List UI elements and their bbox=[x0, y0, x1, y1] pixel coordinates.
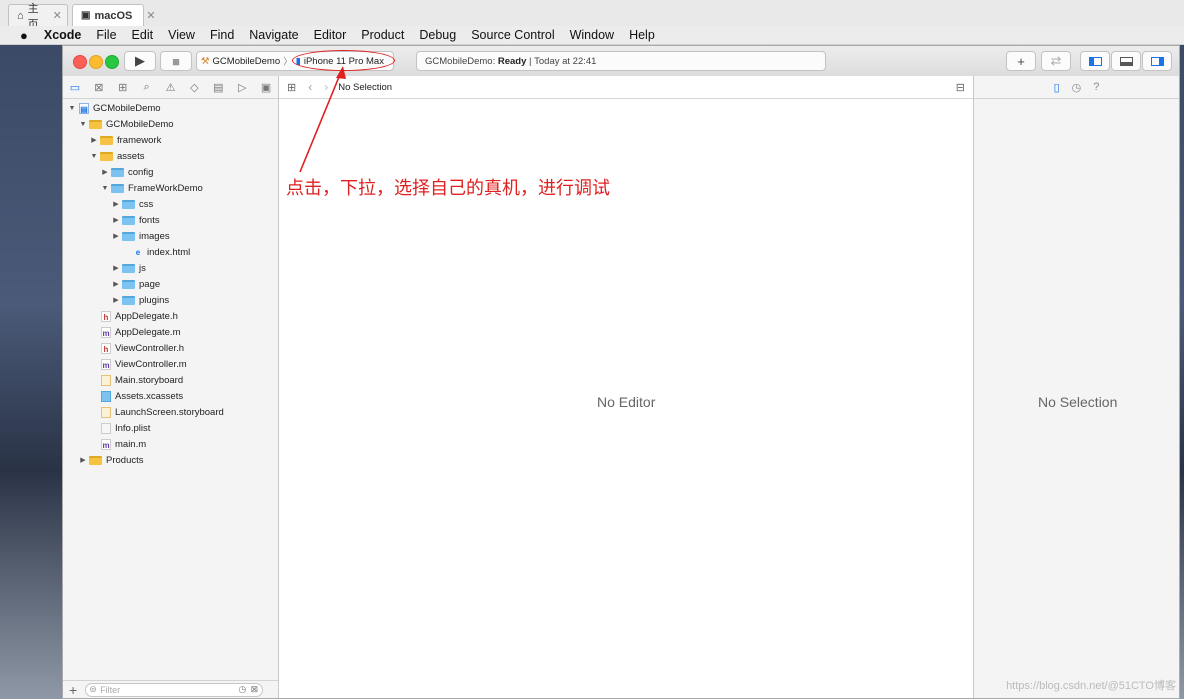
annotation-arrow bbox=[299, 66, 346, 173]
watermark: https://blog.csdn.net/@51CTO博客 bbox=[1006, 680, 1176, 692]
annotation-text: 点击，下拉，选择自己的真机，进行调试 bbox=[286, 178, 610, 199]
